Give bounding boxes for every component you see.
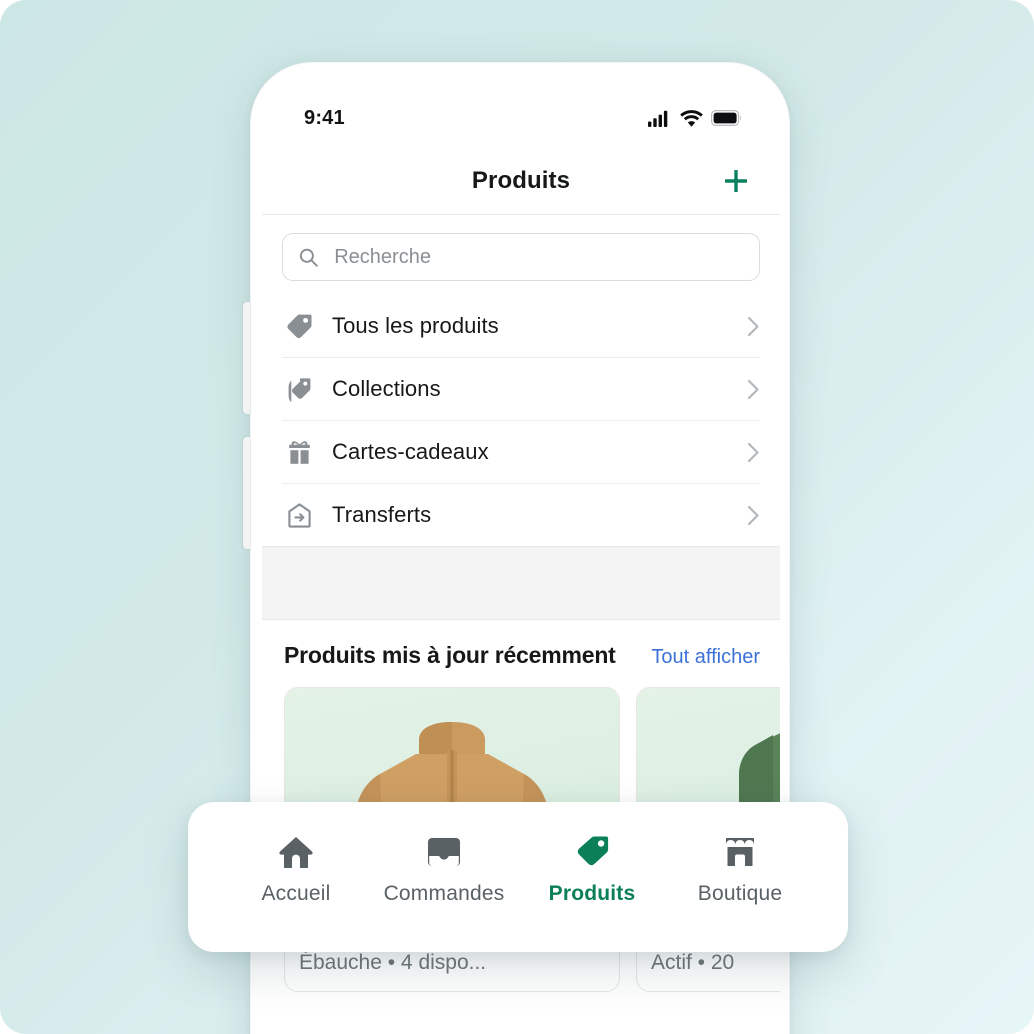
- tab-accueil[interactable]: Accueil: [222, 834, 370, 906]
- home-icon: [279, 837, 313, 868]
- recent-products-header: Produits mis à jour récemment Tout affic…: [262, 620, 780, 679]
- chevron-right-icon: [747, 316, 760, 337]
- tab-label: Boutique: [697, 882, 783, 905]
- product-menu-list: Tous les produits Collections Cartes-cad…: [262, 295, 780, 546]
- search-container: [262, 215, 780, 295]
- page-title: Produits: [471, 167, 571, 194]
- scene-background: 9:41 Produits Recherche Tous les produit…: [0, 0, 1034, 1034]
- chevron-right-icon: [747, 505, 760, 526]
- cellular-signal-icon: [648, 110, 668, 127]
- tab-label: Accueil: [261, 882, 331, 905]
- tab-boutique[interactable]: Boutique: [666, 834, 814, 906]
- tab-label: Produits: [548, 882, 636, 905]
- recent-products-title: Produits mis à jour récemment: [284, 642, 616, 668]
- menu-item-all-products[interactable]: Tous les produits: [282, 295, 760, 358]
- menu-item-gift-cards[interactable]: Cartes-cadeaux: [282, 421, 760, 484]
- chevron-right-icon: [747, 442, 760, 463]
- transfer-icon: [282, 502, 316, 529]
- store-icon: [726, 838, 754, 866]
- nav-bar: Produits: [262, 148, 780, 215]
- section-divider: [262, 546, 780, 620]
- menu-item-collections[interactable]: Collections: [282, 358, 760, 421]
- orders-inbox-icon: [428, 838, 460, 866]
- plus-icon: [725, 170, 747, 192]
- see-all-link[interactable]: Tout afficher: [651, 646, 760, 669]
- menu-item-label: Cartes-cadeaux: [332, 439, 489, 464]
- battery-icon: [711, 110, 742, 126]
- menu-item-label: Collections: [332, 376, 441, 401]
- status-bar: 9:41: [262, 74, 780, 148]
- menu-item-label: Transferts: [332, 502, 432, 527]
- tag-icon: [577, 836, 609, 866]
- status-time: 9:41: [304, 106, 345, 129]
- tab-commandes[interactable]: Commandes: [370, 834, 518, 906]
- volume-down-button[interactable]: [243, 437, 251, 549]
- search-icon: [299, 248, 318, 267]
- status-icons: [648, 96, 742, 127]
- menu-item-label: Tous les produits: [332, 313, 499, 338]
- gift-icon: [282, 439, 316, 466]
- bottom-tab-bar: Accueil Commandes Produits Boutique: [188, 802, 848, 952]
- chevron-right-icon: [747, 379, 760, 400]
- product-status: Ébauche • 4 dispo...: [299, 951, 487, 974]
- tag-icon: [282, 313, 316, 340]
- menu-item-transfers[interactable]: Transferts: [282, 484, 760, 546]
- add-product-button[interactable]: [714, 159, 758, 203]
- tab-label: Commandes: [383, 882, 505, 905]
- search-input[interactable]: [332, 244, 743, 270]
- volume-up-button[interactable]: [243, 302, 251, 414]
- collection-icon: [282, 376, 316, 403]
- search-field[interactable]: [282, 233, 760, 281]
- product-status: Actif • 20: [651, 951, 735, 974]
- wifi-icon: [680, 109, 703, 127]
- tab-produits[interactable]: Produits: [518, 834, 666, 906]
